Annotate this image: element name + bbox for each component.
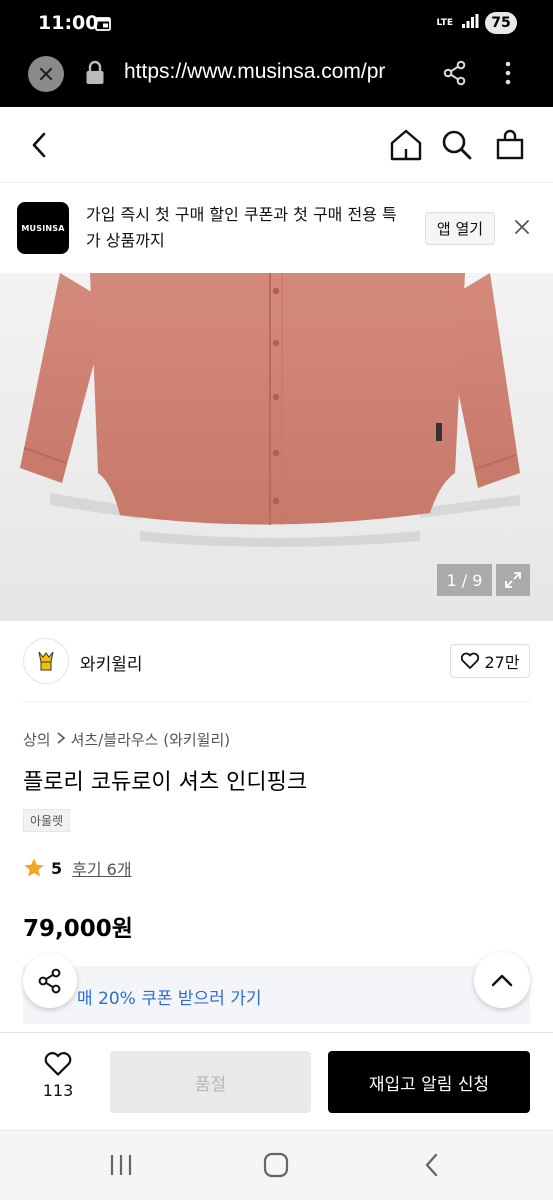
expand-icon — [505, 572, 521, 588]
rating-score: 5 — [51, 858, 63, 878]
home-button-icon[interactable] — [262, 1151, 290, 1183]
status-indicators: LTE 75 — [436, 12, 517, 34]
browser-toolbar: https://www.musinsa.com/pr — [0, 48, 553, 107]
heart-icon — [461, 652, 480, 669]
back-icon[interactable] — [28, 131, 52, 163]
brand-logo[interactable] — [23, 638, 69, 684]
chevron-up-icon — [491, 974, 513, 987]
brand-mascot-icon — [38, 651, 54, 671]
search-icon[interactable] — [441, 129, 473, 165]
share-icon[interactable] — [442, 60, 468, 90]
close-tab-button[interactable] — [28, 56, 64, 92]
calendar-icon — [95, 16, 111, 35]
nav-back-icon[interactable] — [421, 1151, 443, 1183]
breadcrumb-category[interactable]: 상의 — [23, 729, 51, 750]
restock-alert-button[interactable]: 재입고 알림 신청 — [328, 1051, 530, 1113]
more-menu-icon[interactable] — [498, 58, 518, 92]
close-icon[interactable] — [513, 218, 531, 240]
url-field[interactable]: https://www.musinsa.com/pr — [124, 60, 420, 84]
musinsa-logo: MUSINSA — [17, 202, 69, 254]
status-time: 11:00 — [38, 12, 99, 34]
brand-like-count: 27만 — [484, 653, 520, 672]
product-price: 79,000원 — [23, 916, 133, 942]
wishlist-count: 113 — [42, 1081, 74, 1100]
promo-message: 가입 즉시 첫 구매 할인 쿠폰과 첫 구매 전용 특가 상품까지 — [86, 205, 397, 250]
purchase-action-bar: 113 품절 재입고 알림 신청 — [0, 1032, 553, 1130]
coupon-bar[interactable]: 매 20% 쿠폰 받으러 가기 — [23, 966, 530, 1024]
product-title: 플로리 코듀로이 셔츠 인디핑크 — [23, 770, 308, 795]
android-nav-bar — [0, 1130, 553, 1200]
close-icon — [39, 67, 53, 81]
open-app-button[interactable]: 앱 열기 — [425, 212, 495, 245]
star-icon — [24, 858, 44, 877]
app-promo-banner: MUSINSA 가입 즉시 첫 구매 할인 쿠폰과 첫 구매 전용 특가 상품까… — [0, 184, 553, 273]
signal-icon — [461, 13, 479, 33]
home-icon[interactable] — [389, 129, 423, 165]
shopping-bag-icon[interactable] — [494, 129, 526, 165]
brand-row: 와키윌리 27만 — [0, 622, 553, 702]
divider — [23, 701, 530, 702]
network-label: LTE — [436, 17, 453, 28]
soldout-button: 품절 — [110, 1051, 311, 1113]
outlet-badge: 아울렛 — [23, 809, 71, 832]
expand-image-button[interactable] — [496, 564, 530, 596]
product-image-carousel[interactable]: 1 / 9 — [0, 273, 553, 621]
battery-indicator: 75 — [485, 12, 517, 34]
share-button[interactable] — [23, 954, 77, 1008]
share-icon — [38, 968, 61, 994]
brand-like-button[interactable]: 27만 — [450, 644, 530, 678]
lock-icon — [85, 60, 105, 90]
breadcrumb-subcategory[interactable]: 셔츠/블라우스 (와키윌리) — [71, 729, 231, 750]
rating-row: 5 후기 6개 — [23, 856, 132, 880]
recent-apps-icon[interactable] — [108, 1153, 134, 1181]
brand-name[interactable]: 와키윌리 — [80, 650, 143, 675]
chevron-right-icon — [55, 731, 67, 749]
status-bar: 11:00 LTE 75 — [0, 0, 553, 48]
image-counter: 1 / 9 — [437, 564, 492, 596]
review-link[interactable]: 후기 6개 — [72, 856, 131, 880]
breadcrumb: 상의 셔츠/블라우스 (와키윌리) — [23, 729, 230, 750]
coupon-text[interactable]: 매 20% 쿠폰 받으러 가기 — [77, 984, 262, 1009]
site-header — [0, 107, 553, 183]
scroll-top-button[interactable] — [474, 952, 530, 1008]
wishlist-button[interactable]: 113 — [28, 1051, 88, 1100]
heart-icon — [44, 1052, 72, 1076]
